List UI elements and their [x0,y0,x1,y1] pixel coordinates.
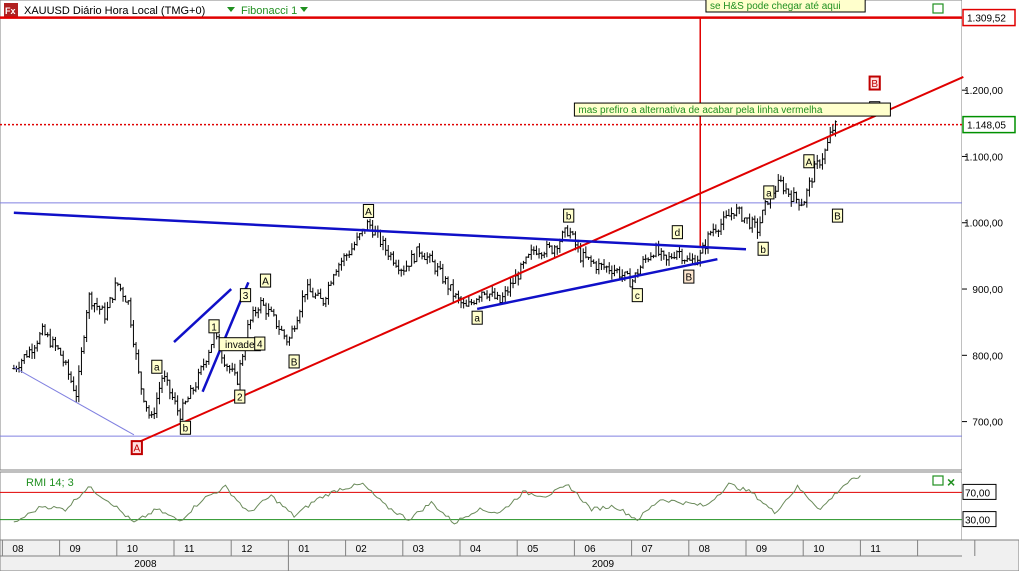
x-month-label: 04 [470,544,482,555]
chart-title[interactable]: XAUUSD Diário Hora Local (TMG+0) [24,5,205,17]
wave-label: a [474,314,480,325]
wave-label: a [154,363,160,374]
x-year-label: 2008 [134,559,157,570]
x-month-label: 03 [413,544,425,555]
wave-label: d [675,228,681,239]
fx-icon-glyph: Fx [5,6,16,16]
wave-label: B [291,357,298,368]
wave-label: b [760,245,766,256]
wave-label: B [834,212,841,223]
x-month-label: 11 [184,544,195,555]
wave-label: B [871,79,878,90]
x-month-label: 02 [356,544,368,555]
rmi-label[interactable]: RMI 14; 3 [26,477,74,489]
x-month-label: 10 [127,544,139,555]
price-flag-label: 1.148,05 [967,121,1006,132]
rmi-level-label: 70,00 [965,488,990,499]
chart-svg: Fx XAUUSD Diário Hora Local (TMG+0) Fibo… [0,0,1019,572]
wave-label: c [635,291,640,302]
wave-label: b [183,424,189,435]
y-tick-label: 900,00 [972,285,1003,296]
chart-window: Fx XAUUSD Diário Hora Local (TMG+0) Fibo… [0,0,1019,572]
wave-label: 3 [243,291,249,302]
wave-label: 4 [257,340,263,351]
wave-label: B [685,273,692,284]
x-month-label: 10 [813,544,825,555]
wave-label: A [262,277,269,288]
x-month-label: 12 [241,544,253,555]
x-month-label: 09 [70,544,82,555]
x-year-label: 2009 [592,559,615,570]
wave-label: b [566,212,572,223]
wave-label: A [133,444,140,455]
wave-label: A [365,207,372,218]
x-month-label: 05 [527,544,539,555]
y-tick-label: 800,00 [972,351,1003,362]
y-tick-label: 1.200,00 [964,86,1003,97]
x-month-label: 11 [870,544,881,555]
x-month-label: 06 [584,544,596,555]
x-month-label: 01 [298,544,310,555]
wave-label: A [806,157,813,168]
annotation-text: se H&S pode chegar até aqui [710,1,841,12]
price-flag-label: 1.309,52 [967,14,1006,25]
y-tick-label: 700,00 [972,418,1003,429]
x-month-label: 08 [12,544,24,555]
wave-label: invade [225,340,255,351]
y-tick-label: 1.000,00 [964,219,1003,230]
x-month-label: 09 [756,544,768,555]
fib-label[interactable]: Fibonacci 1 [241,5,297,17]
price-axis-panel [962,0,1019,540]
x-month-label: 07 [642,544,654,555]
y-tick-label: 1.100,00 [964,152,1003,163]
annotation-text: mas prefiro a alternativa de acabar pela… [578,105,822,116]
wave-label: 2 [237,393,243,404]
x-month-label: 08 [699,544,711,555]
rmi-close-icon[interactable]: × [947,474,955,490]
wave-label: a [766,188,772,199]
wave-label: 1 [211,322,217,333]
rmi-panel [0,471,963,541]
rmi-level-label: 30,00 [965,516,990,527]
